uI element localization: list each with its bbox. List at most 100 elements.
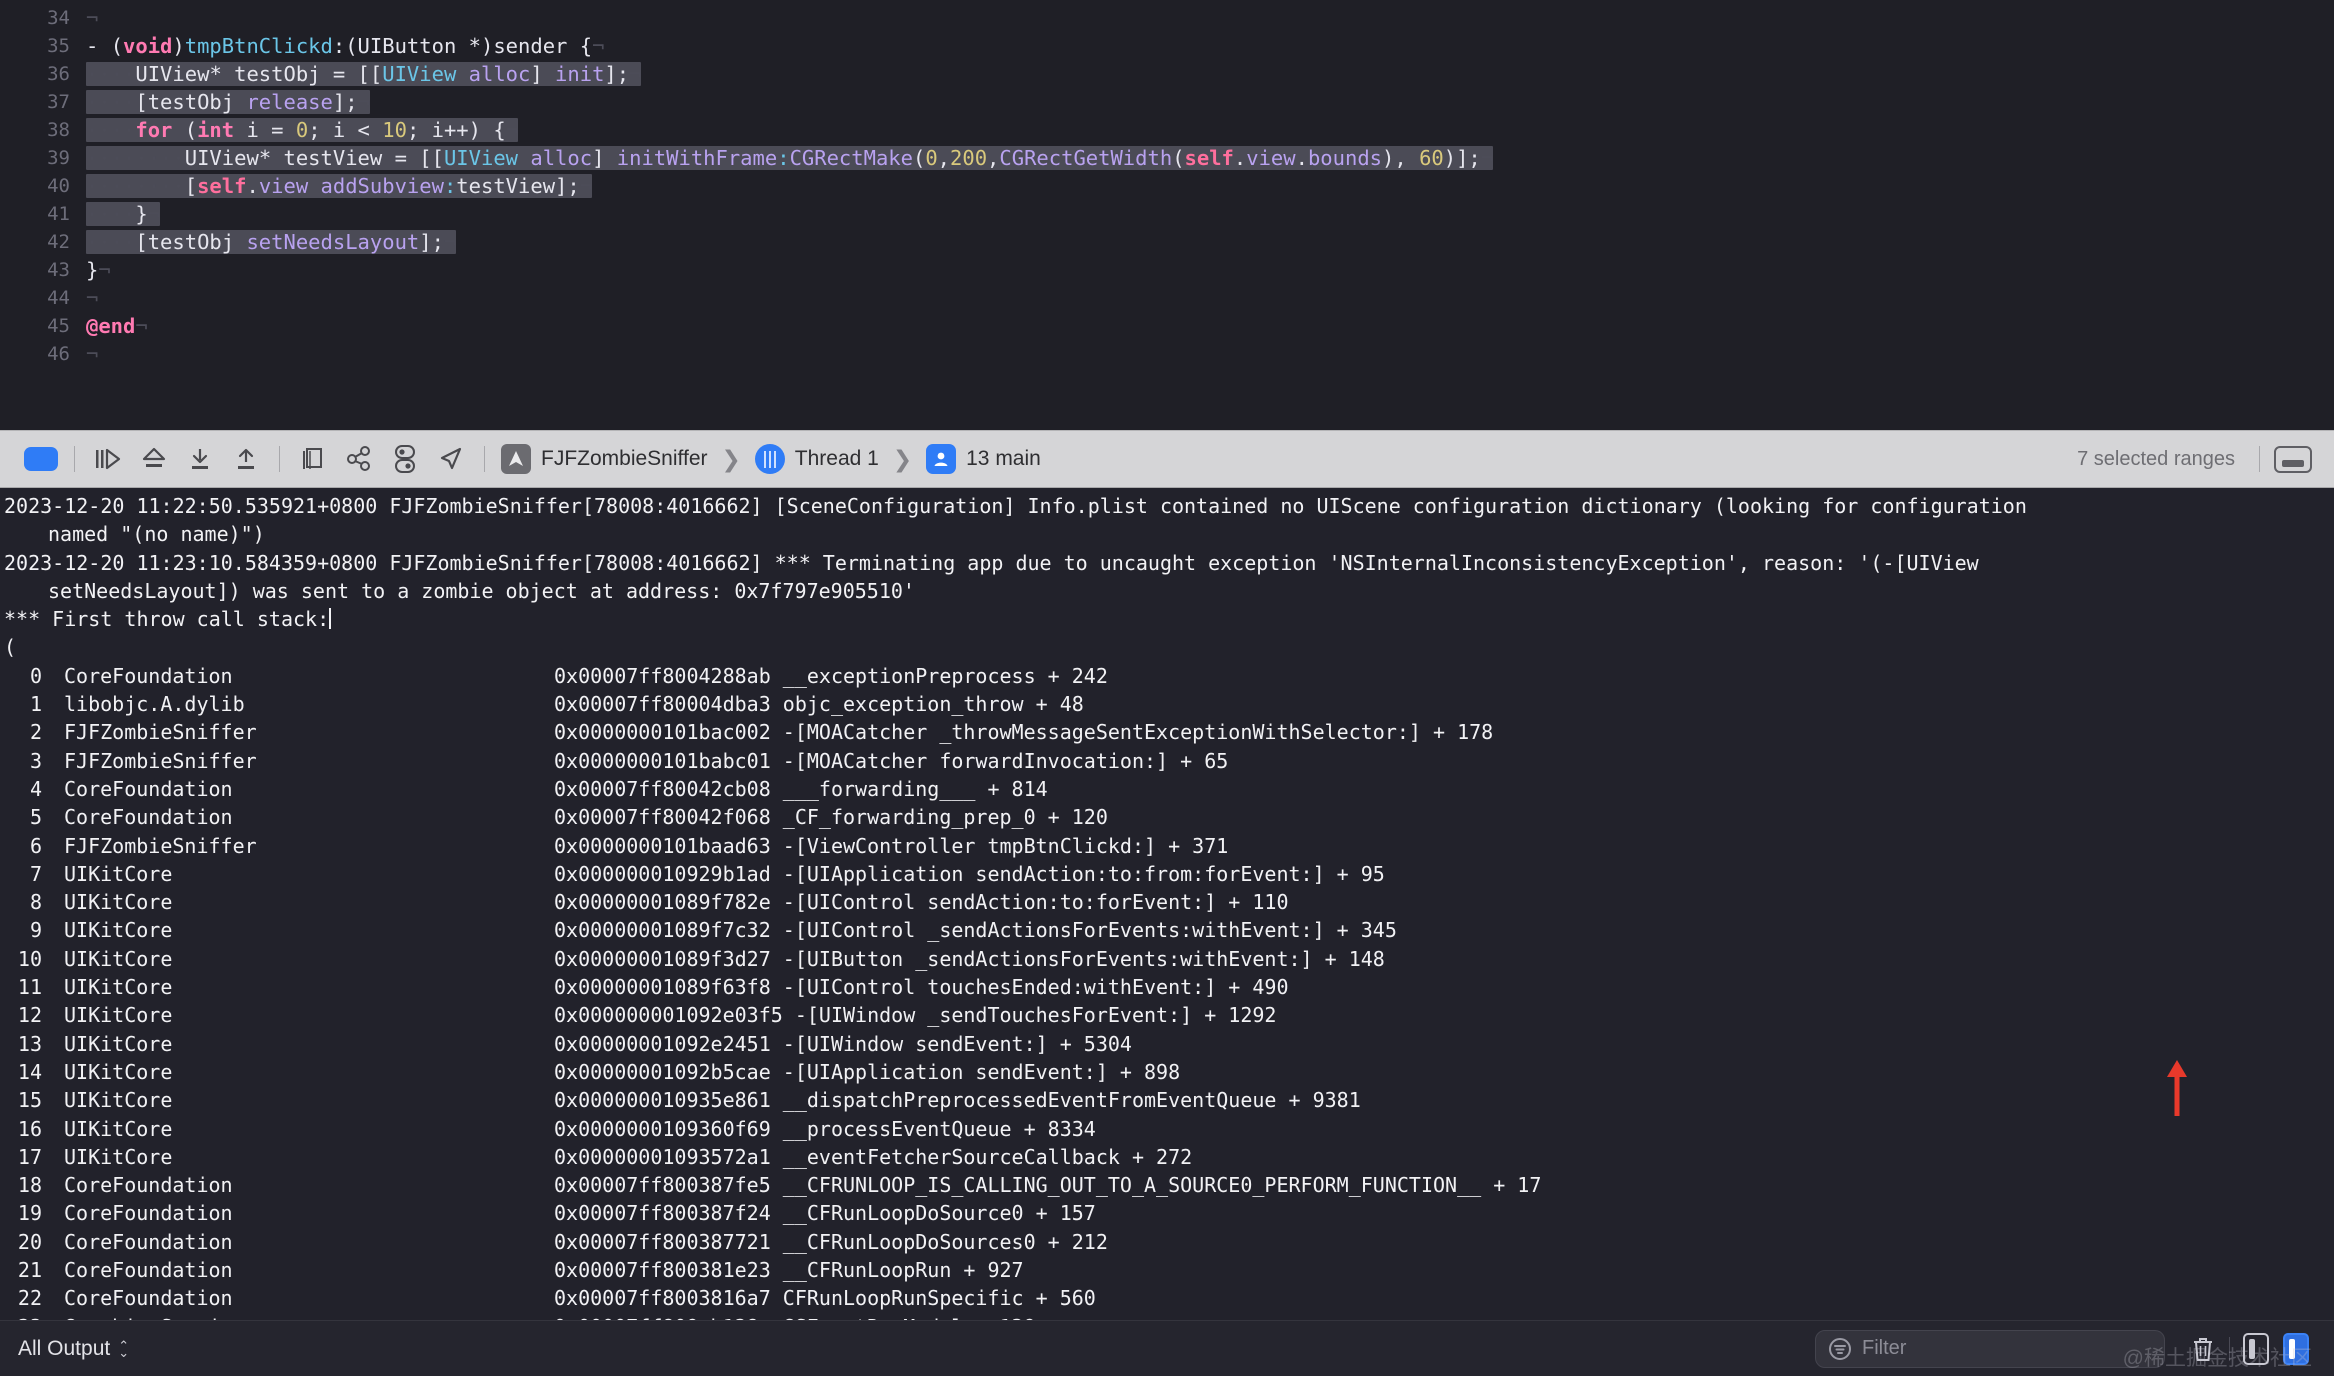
environment-overrides-button[interactable] — [382, 439, 428, 479]
line-number: 44 — [0, 284, 86, 312]
stack-frame-row[interactable]: 22 CoreFoundation 0x00007ff8003816a7 CFRun… — [2, 1284, 2334, 1312]
stack-frame-row[interactable]: 14 UIKitCore 0x00000001092b5cae -[UIApplic… — [2, 1058, 2334, 1086]
breadcrumb-thread[interactable]: Thread 1 — [795, 447, 879, 471]
continue-button[interactable] — [85, 439, 131, 479]
stack-frame-row[interactable]: 20 CoreFoundation 0x00007ff800387721 __CFR… — [2, 1228, 2334, 1256]
stack-frame-module: CoreFoundation — [64, 663, 233, 688]
code-line[interactable]: 36 ····UIView* testObj = [[UIView alloc] … — [0, 60, 2334, 88]
debug-toolbar: FJFZombieSniffer ❯ Thread 1 ❯ 13 main 7 … — [0, 430, 2334, 488]
code-line[interactable]: 41 ····}¬ — [0, 200, 2334, 228]
breadcrumb-frame[interactable]: 13 main — [966, 447, 1041, 471]
stack-frame-symbol: 0x00000001092b5cae -[UIApplication sendE… — [554, 1059, 1181, 1084]
chevron-updown-icon: ⌃ ⌄ — [118, 1337, 130, 1360]
stack-frame-row[interactable]: 23GraphicsServices0x00007ff809cb128a GSE… — [2, 1313, 2334, 1320]
stack-frame-row[interactable]: 16 UIKitCore 0x0000000109360f69 __processE… — [2, 1115, 2334, 1143]
code-line[interactable]: 43}¬ — [0, 256, 2334, 284]
stack-frame-row[interactable]: 10 UIKitCore 0x00000001089f3d27 -[UIButton… — [2, 945, 2334, 973]
code-line[interactable]: 45 @end¬ — [0, 312, 2334, 340]
stack-frame-module: CoreFoundation — [64, 1229, 233, 1254]
person-icon — [934, 452, 948, 466]
stack-frame-row[interactable]: 2 FJFZombieSniffer 0x0000000101bac002 -[MO… — [2, 718, 2334, 746]
stack-frame-row[interactable]: 0 CoreFoundation 0x00007ff8004288ab __exce… — [2, 662, 2334, 690]
stack-frame-index: 1 — [29, 692, 42, 717]
stack-frame-index: 0 — [29, 663, 42, 688]
stack-frame-index: 23 — [2, 1313, 64, 1320]
stack-frame-row[interactable]: 4 CoreFoundation 0x00007ff80042cb08 ___for… — [2, 775, 2334, 803]
code-text: @end¬ — [86, 314, 148, 338]
frame-icon — [926, 444, 957, 474]
step-into-button[interactable] — [177, 439, 223, 479]
console-status-bar: All Output ⌃ ⌄ Filter @稀土掘金技术社区 — [0, 1320, 2334, 1376]
stack-frame-symbol: 0x0000000109360f69 __processEventQueue +… — [554, 1116, 1096, 1141]
stack-frame-row[interactable]: 3 FJFZombieSniffer 0x0000000101babc01 -[MO… — [2, 747, 2334, 775]
stack-frame-symbol: 0x000000010929b1ad -[UIApplication sendA… — [554, 861, 1385, 886]
continue-icon — [96, 448, 121, 470]
stack-frame-row[interactable]: 13 UIKitCore 0x00000001092e2451 -[UIWindow… — [2, 1030, 2334, 1058]
code-editor[interactable]: 34 ¬ 35- (void)tmpBtnClickd:(UIButton *)se… — [0, 0, 2334, 430]
stack-frame-module: UIKitCore — [64, 1116, 173, 1141]
console-log-line: 2023-12-20 11:23:10.584359+0800 FJFZombi… — [4, 550, 1979, 575]
console-log-line: named "(no name)") — [48, 522, 265, 547]
stack-frame-row[interactable]: 1 libobjc.A.dylib 0x00007ff80004dba3 objc_… — [2, 690, 2334, 718]
console-output[interactable]: 2023-12-20 11:22:50.535921+0800 FJFZombi… — [0, 488, 2334, 1320]
view-hierarchy-button[interactable] — [290, 439, 336, 479]
stack-frame-symbol: 0x00007ff800387fe5 __CFRUNLOOP_IS_CALLIN… — [554, 1173, 1542, 1198]
stack-frame-row[interactable]: 9 UIKitCore 0x00000001089f7c32 -[UIControl… — [2, 916, 2334, 944]
code-line[interactable]: 35- (void)tmpBtnClickd:(UIButton *)sende… — [0, 32, 2334, 60]
stack-frame-module: GraphicsServices — [64, 1313, 554, 1320]
filter-input[interactable]: Filter — [1815, 1329, 2165, 1368]
breadcrumb-process[interactable]: FJFZombieSniffer — [541, 447, 708, 471]
stack-frame-symbol: 0x00007ff80004dba3 objc_exception_throw … — [554, 692, 1084, 717]
stack-frame-row[interactable]: 18 CoreFoundation 0x00007ff800387fe5 __CFR… — [2, 1171, 2334, 1199]
stack-frame-row[interactable]: 5 CoreFoundation 0x00007ff80042f068 _CF_fo… — [2, 803, 2334, 831]
stack-frame-row[interactable]: 8 UIKitCore 0x00000001089f782e -[UIControl… — [2, 888, 2334, 916]
stack-frame-module: UIKitCore — [64, 918, 173, 943]
stack-frame-row[interactable]: 11 UIKitCore 0x00000001089f63f8 -[UIContro… — [2, 973, 2334, 1001]
show-console-view-button[interactable] — [2276, 1331, 2316, 1367]
stack-frame-row[interactable]: 21 CoreFoundation 0x00007ff800381e23 __CFR… — [2, 1256, 2334, 1284]
stack-frame-index: 2 — [29, 720, 42, 745]
simulate-location-button[interactable] — [428, 439, 474, 479]
stack-frame-row[interactable]: 19 CoreFoundation 0x00007ff800387f24 __CFR… — [2, 1199, 2334, 1227]
code-line[interactable]: 42 ····[testObj setNeedsLayout];¬ — [0, 228, 2334, 256]
stack-frame-row[interactable]: 15 UIKitCore 0x000000010935e861 __dispatch… — [2, 1086, 2334, 1114]
code-line[interactable]: 38 ····for (int i = 0; i < 10; i++) {¬ — [0, 116, 2334, 144]
memory-graph-button[interactable] — [336, 439, 382, 479]
view-hierarchy-icon — [303, 448, 322, 469]
stack-frame-symbol: 0x00000001089f63f8 -[UIControl touchesEn… — [554, 975, 1289, 1000]
stack-frame-module: FJFZombieSniffer — [64, 833, 257, 858]
stack-frame-symbol: 0x00000001092e2451 -[UIWindow sendEvent:… — [554, 1031, 1132, 1056]
stack-frame-row[interactable]: 12 UIKitCore 0x000000001092e03f5 -[UIWindo… — [2, 1001, 2334, 1029]
hide-debug-area-button[interactable] — [18, 439, 64, 479]
stack-frame-module: UIKitCore — [64, 946, 173, 971]
stack-frame-module: UIKitCore — [64, 1031, 173, 1056]
code-line[interactable]: 40 ········[self.view addSubview:testView… — [0, 172, 2334, 200]
stack-frame-index: 6 — [29, 833, 42, 858]
stack-frame-module: CoreFoundation — [64, 805, 233, 830]
toggle-console-panel-button[interactable] — [2270, 439, 2316, 479]
show-variables-view-button[interactable] — [2236, 1331, 2276, 1367]
text-cursor — [329, 608, 332, 630]
code-line[interactable]: 44 ¬ — [0, 284, 2334, 312]
step-over-icon — [142, 447, 166, 467]
stack-frame-symbol: 0x00007ff800381e23 __CFRunLoopRun + 927 — [554, 1258, 1024, 1283]
stack-frame-row[interactable]: 17 UIKitCore 0x00000001093572a1 __eventFet… — [2, 1143, 2334, 1171]
stack-frame-row[interactable]: 6 FJFZombieSniffer 0x0000000101baad63 -[Vi… — [2, 832, 2334, 860]
code-text: ········[self.view addSubview:testView];… — [86, 174, 593, 198]
stack-frame-symbol: 0x00007ff800387f24 __CFRunLoopDoSource0 … — [554, 1201, 1096, 1226]
code-line[interactable]: 46 ¬ — [0, 340, 2334, 368]
stack-frame-row[interactable]: 7 UIKitCore 0x000000010929b1ad -[UIApplica… — [2, 860, 2334, 888]
code-line[interactable]: 39 ········UIView* testView = [[UIView al… — [0, 144, 2334, 172]
stack-frame-symbol: 0x00007ff8003816a7 CFRunLoopRunSpecific … — [554, 1286, 1096, 1311]
step-over-button[interactable] — [131, 439, 177, 479]
output-scope-selector[interactable]: All Output ⌃ ⌄ — [18, 1337, 129, 1361]
line-number: 34 — [0, 4, 86, 32]
clear-console-button[interactable] — [2183, 1331, 2223, 1367]
stack-frame-module: UIKitCore — [64, 1059, 173, 1084]
step-out-button[interactable] — [223, 439, 269, 479]
stack-frame-symbol: 0x000000001092e03f5 -[UIWindow _sendTouc… — [554, 1003, 1277, 1028]
stack-frame-symbol: 0x00000001093572a1 __eventFetcherSourceC… — [554, 1144, 1193, 1169]
code-line[interactable]: 34 ¬ — [0, 4, 2334, 32]
code-line[interactable]: 37 ····[testObj release];¬ — [0, 88, 2334, 116]
stack-frame-symbol: 0x000000010935e861 __dispatchPreprocesse… — [554, 1088, 1361, 1113]
